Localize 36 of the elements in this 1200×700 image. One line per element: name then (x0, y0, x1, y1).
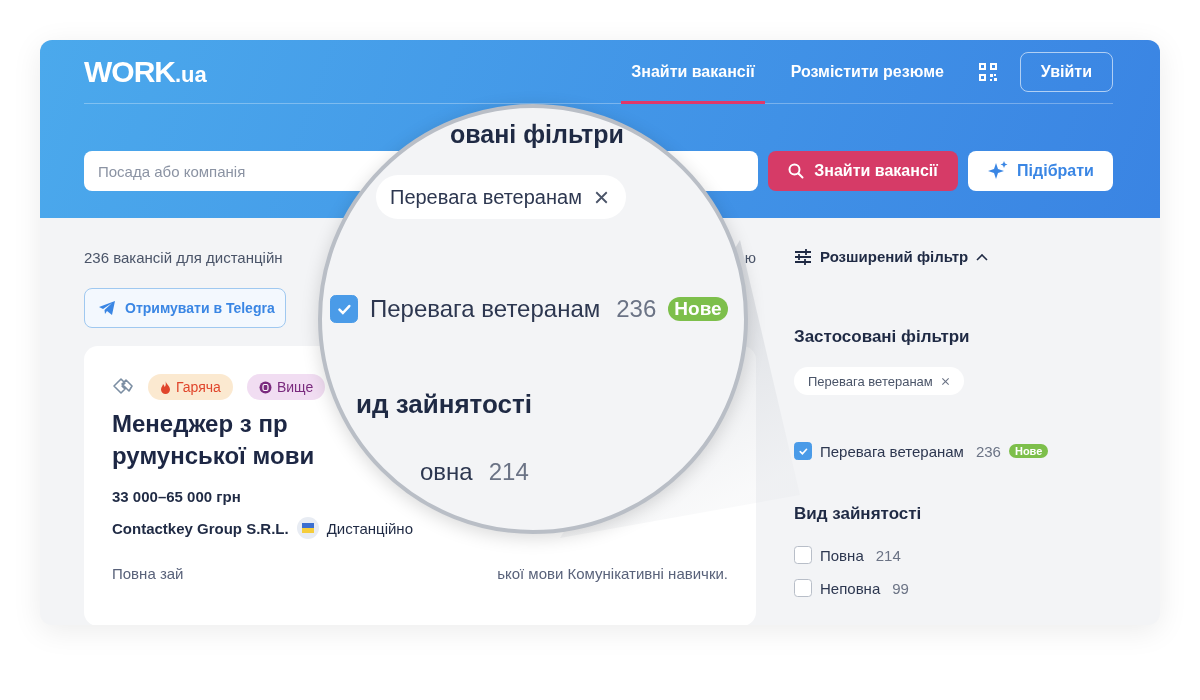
section-title: овані фільтри (450, 120, 624, 149)
chevron-icon (976, 252, 989, 261)
search-icon (788, 163, 805, 179)
check-icon (797, 445, 809, 457)
sort-label: ю (744, 249, 756, 267)
filter-option[interactable]: овна 214 (420, 458, 529, 486)
tag-label: Вище (276, 379, 314, 395)
section-title: Застосовані фільтри (794, 327, 970, 347)
filter-chip[interactable]: Перевага ветеранам (794, 367, 964, 395)
filter-option[interactable]: Перевага ветеранам 236 Нове (330, 295, 728, 323)
filter-option[interactable]: Перевага ветеранам 236 Нове (794, 442, 1049, 460)
section-title: Вид зайнятості (794, 504, 922, 524)
salary: 33 000–65 000 грн (112, 488, 242, 505)
remove-icon[interactable] (940, 376, 950, 386)
filter-chip[interactable]: Перевага ветеранам (376, 175, 626, 219)
flag-icon (296, 517, 319, 539)
sliders-icon (794, 248, 812, 265)
remove-icon[interactable] (593, 189, 609, 205)
tag-label: Гаряча (176, 379, 221, 395)
job-title[interactable]: Менеджер з пр румунської мови (112, 408, 315, 472)
flame-icon (160, 380, 171, 394)
login-button[interactable]: Увійти (1019, 51, 1113, 92)
paper-plane-icon (99, 301, 115, 315)
job-description: ької мови Комунікативні навички. (497, 565, 728, 582)
qr-code-icon[interactable] (977, 61, 998, 82)
job-description: Повна зай (112, 565, 184, 582)
pick-button[interactable]: Підібрати (968, 151, 1113, 191)
filter-option[interactable]: Неповна 99 (794, 579, 909, 597)
filter-option[interactable]: Повна 214 (794, 546, 901, 564)
section-title: ид зайнятості (356, 389, 532, 420)
results-count: 236 вакансій для дистанційн (84, 249, 283, 267)
company-name: Contactkey Group S.R.L. (112, 519, 289, 537)
advanced-filter-toggle[interactable]: Розширений фільтр (794, 248, 989, 265)
coin-icon (258, 380, 272, 394)
work-location: Дистанційно (326, 519, 413, 537)
search-button[interactable]: Знайти вакансії (768, 151, 958, 191)
